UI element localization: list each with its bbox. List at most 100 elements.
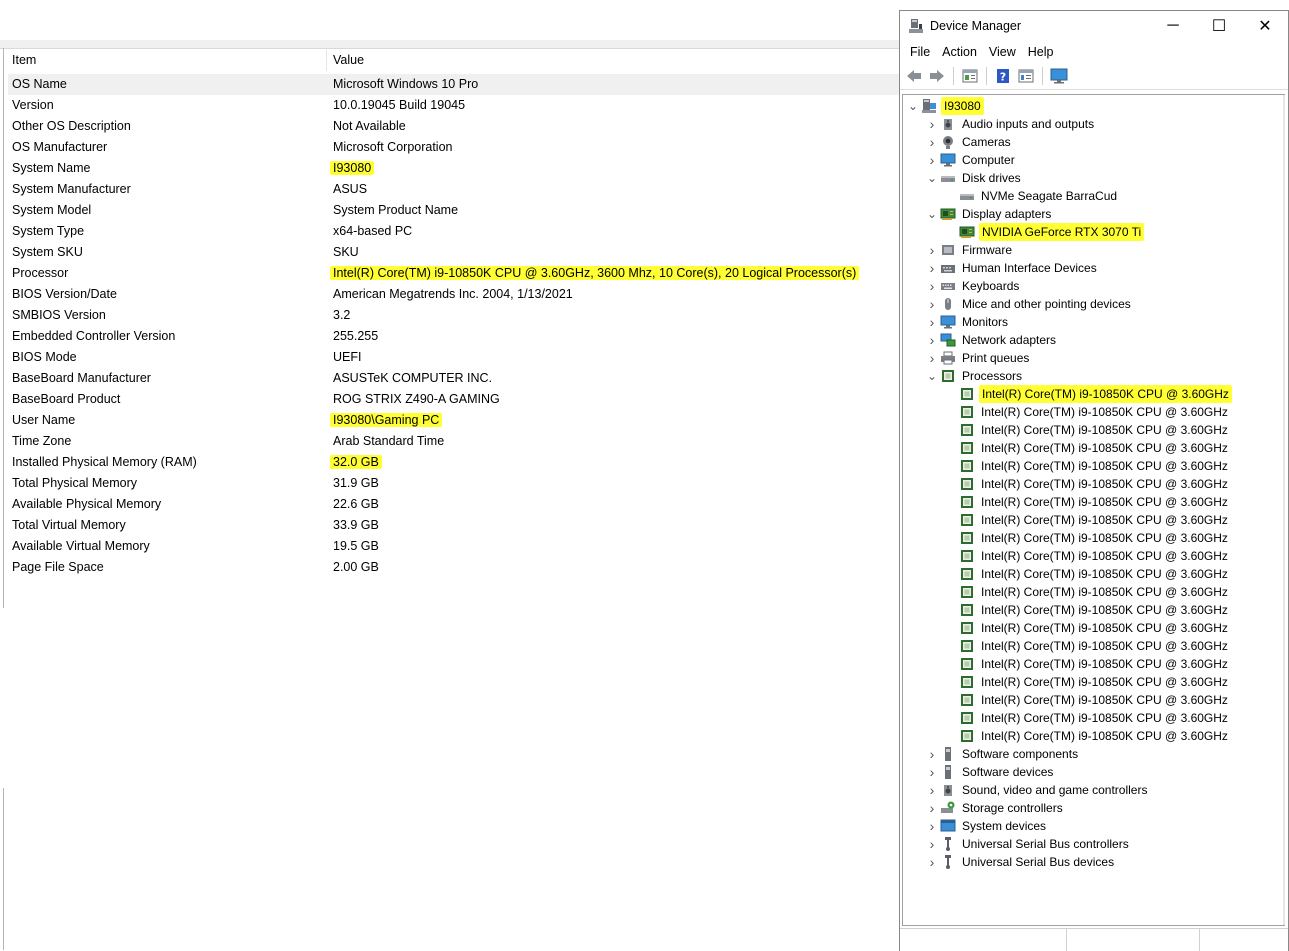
chevron-right-icon[interactable]: › [926, 331, 938, 349]
chevron-right-icon[interactable]: › [926, 259, 938, 277]
column-header-item[interactable]: Item [8, 50, 327, 71]
tree-device-node[interactable]: Intel(R) Core(TM) i9-10850K CPU @ 3.60GH… [945, 493, 1230, 511]
tree-device-node[interactable]: Intel(R) Core(TM) i9-10850K CPU @ 3.60GH… [945, 529, 1230, 547]
menu-view[interactable]: View [983, 45, 1022, 59]
table-row[interactable]: System Type x64-based PC [8, 221, 900, 242]
tree-device-node[interactable]: Intel(R) Core(TM) i9-10850K CPU @ 3.60GH… [945, 475, 1230, 493]
chevron-right-icon[interactable]: › [926, 745, 938, 763]
table-row[interactable]: BIOS Version/Date American Megatrends Inc… [8, 284, 900, 305]
tree-device-node[interactable]: Intel(R) Core(TM) i9-10850K CPU @ 3.60GH… [945, 511, 1230, 529]
tree-device-node[interactable]: Intel(R) Core(TM) i9-10850K CPU @ 3.60GH… [945, 673, 1230, 691]
chevron-right-icon[interactable]: › [926, 115, 938, 133]
scan-hardware-button[interactable] [1049, 66, 1069, 86]
details-button[interactable] [1016, 66, 1036, 86]
chevron-right-icon[interactable]: › [926, 853, 938, 871]
table-row[interactable]: SMBIOS Version 3.2 [8, 305, 900, 326]
table-row[interactable]: Page File Space 2.00 GB [8, 557, 900, 578]
tree-category-node[interactable]: › Keyboards [926, 277, 1021, 295]
tree-category-node[interactable]: ⌄ Disk drives [926, 169, 1023, 187]
tree-category-node[interactable]: › Network adapters [926, 331, 1058, 349]
tree-device-node[interactable]: Intel(R) Core(TM) i9-10850K CPU @ 3.60GH… [945, 385, 1232, 403]
chevron-right-icon[interactable]: › [926, 151, 938, 169]
tree-device-node[interactable]: Intel(R) Core(TM) i9-10850K CPU @ 3.60GH… [945, 421, 1230, 439]
table-row[interactable]: BaseBoard Manufacturer ASUSTeK COMPUTER I… [8, 368, 900, 389]
tree-category-node[interactable]: › Cameras [926, 133, 1013, 151]
device-tree[interactable]: ⌄ I93080 › Audio inputs and outputs › Cameras… [902, 94, 1285, 926]
chevron-right-icon[interactable]: › [926, 763, 938, 781]
tree-device-node[interactable]: NVIDIA GeForce RTX 3070 Ti [945, 223, 1145, 241]
table-row[interactable]: Embedded Controller Version 255.255 [8, 326, 900, 347]
forward-button[interactable] [927, 66, 947, 86]
help-button[interactable]: ? [993, 66, 1013, 86]
tree-category-node[interactable]: ⌄ Processors [926, 367, 1024, 385]
tree-device-node[interactable]: Intel(R) Core(TM) i9-10850K CPU @ 3.60GH… [945, 601, 1230, 619]
table-row[interactable]: Other OS Description Not Available [8, 116, 900, 137]
table-row[interactable]: Time Zone Arab Standard Time [8, 431, 900, 452]
tree-category-node[interactable]: › Storage controllers [926, 799, 1065, 817]
tree-device-node[interactable]: Intel(R) Core(TM) i9-10850K CPU @ 3.60GH… [945, 619, 1230, 637]
tree-category-node[interactable]: › Monitors [926, 313, 1010, 331]
tree-device-node[interactable]: Intel(R) Core(TM) i9-10850K CPU @ 3.60GH… [945, 655, 1230, 673]
menu-file[interactable]: File [904, 45, 936, 59]
table-row[interactable]: BIOS Mode UEFI [8, 347, 900, 368]
tree-category-node[interactable]: › Mice and other pointing devices [926, 295, 1133, 313]
table-row[interactable]: User Name I93080\Gaming PC [8, 410, 900, 431]
tree-device-node[interactable]: Intel(R) Core(TM) i9-10850K CPU @ 3.60GH… [945, 457, 1230, 475]
chevron-right-icon[interactable]: › [926, 295, 938, 313]
tree-category-node[interactable]: › System devices [926, 817, 1048, 835]
tree-category-node[interactable]: › Firmware [926, 241, 1014, 259]
chevron-down-icon[interactable]: ⌄ [926, 205, 938, 223]
tree-device-node[interactable]: Intel(R) Core(TM) i9-10850K CPU @ 3.60GH… [945, 547, 1230, 565]
table-row[interactable]: Installed Physical Memory (RAM) 32.0 GB [8, 452, 900, 473]
column-header-value[interactable]: Value [327, 50, 364, 71]
tree-root-node[interactable]: ⌄ I93080 [907, 97, 984, 115]
chevron-right-icon[interactable]: › [926, 241, 938, 259]
tree-device-node[interactable]: Intel(R) Core(TM) i9-10850K CPU @ 3.60GH… [945, 727, 1230, 745]
tree-scrollbar[interactable] [1283, 95, 1285, 925]
tree-category-node[interactable]: › Software devices [926, 763, 1055, 781]
table-row[interactable]: OS Name Microsoft Windows 10 Pro [8, 74, 900, 95]
tree-category-node[interactable]: › Human Interface Devices [926, 259, 1099, 277]
tree-device-node[interactable]: Intel(R) Core(TM) i9-10850K CPU @ 3.60GH… [945, 583, 1230, 601]
chevron-right-icon[interactable]: › [926, 781, 938, 799]
chevron-right-icon[interactable]: › [926, 277, 938, 295]
tree-category-node[interactable]: › Software components [926, 745, 1080, 763]
table-row[interactable]: System Manufacturer ASUS [8, 179, 900, 200]
menu-help[interactable]: Help [1022, 45, 1060, 59]
title-bar[interactable]: Device Manager ─ ☐ ✕ [900, 11, 1288, 41]
tree-device-node[interactable]: NVMe Seagate BarraCud [945, 187, 1119, 205]
tree-category-node[interactable]: › Audio inputs and outputs [926, 115, 1096, 133]
table-row[interactable]: System SKU SKU [8, 242, 900, 263]
table-row[interactable]: Available Virtual Memory 19.5 GB [8, 536, 900, 557]
table-row[interactable]: System Name I93080 [8, 158, 900, 179]
back-button[interactable] [904, 66, 924, 86]
tree-category-node[interactable]: ⌄ Display adapters [926, 205, 1053, 223]
chevron-right-icon[interactable]: › [926, 817, 938, 835]
minimize-button[interactable]: ─ [1150, 11, 1196, 41]
chevron-right-icon[interactable]: › [926, 799, 938, 817]
chevron-right-icon[interactable]: › [926, 835, 938, 853]
table-row[interactable]: Processor Intel(R) Core(TM) i9-10850K CPU… [8, 263, 900, 284]
table-row[interactable]: System Model System Product Name [8, 200, 900, 221]
tree-category-node[interactable]: › Universal Serial Bus controllers [926, 835, 1131, 853]
menu-action[interactable]: Action [936, 45, 983, 59]
tree-category-node[interactable]: › Sound, video and game controllers [926, 781, 1149, 799]
tree-device-node[interactable]: Intel(R) Core(TM) i9-10850K CPU @ 3.60GH… [945, 637, 1230, 655]
tree-device-node[interactable]: Intel(R) Core(TM) i9-10850K CPU @ 3.60GH… [945, 439, 1230, 457]
table-row[interactable]: Version 10.0.19045 Build 19045 [8, 95, 900, 116]
table-row[interactable]: Total Virtual Memory 33.9 GB [8, 515, 900, 536]
chevron-right-icon[interactable]: › [926, 349, 938, 367]
close-button[interactable]: ✕ [1242, 11, 1288, 41]
table-row[interactable]: BaseBoard Product ROG STRIX Z490-A GAMING [8, 389, 900, 410]
chevron-right-icon[interactable]: › [926, 313, 938, 331]
table-row[interactable]: Total Physical Memory 31.9 GB [8, 473, 900, 494]
tree-device-node[interactable]: Intel(R) Core(TM) i9-10850K CPU @ 3.60GH… [945, 691, 1230, 709]
tree-device-node[interactable]: Intel(R) Core(TM) i9-10850K CPU @ 3.60GH… [945, 709, 1230, 727]
chevron-down-icon[interactable]: ⌄ [926, 169, 938, 187]
table-row[interactable]: Available Physical Memory 22.6 GB [8, 494, 900, 515]
tree-device-node[interactable]: Intel(R) Core(TM) i9-10850K CPU @ 3.60GH… [945, 565, 1230, 583]
chevron-down-icon[interactable]: ⌄ [926, 367, 938, 385]
tree-category-node[interactable]: › Print queues [926, 349, 1031, 367]
chevron-down-icon[interactable]: ⌄ [907, 97, 919, 115]
maximize-button[interactable]: ☐ [1196, 11, 1242, 41]
